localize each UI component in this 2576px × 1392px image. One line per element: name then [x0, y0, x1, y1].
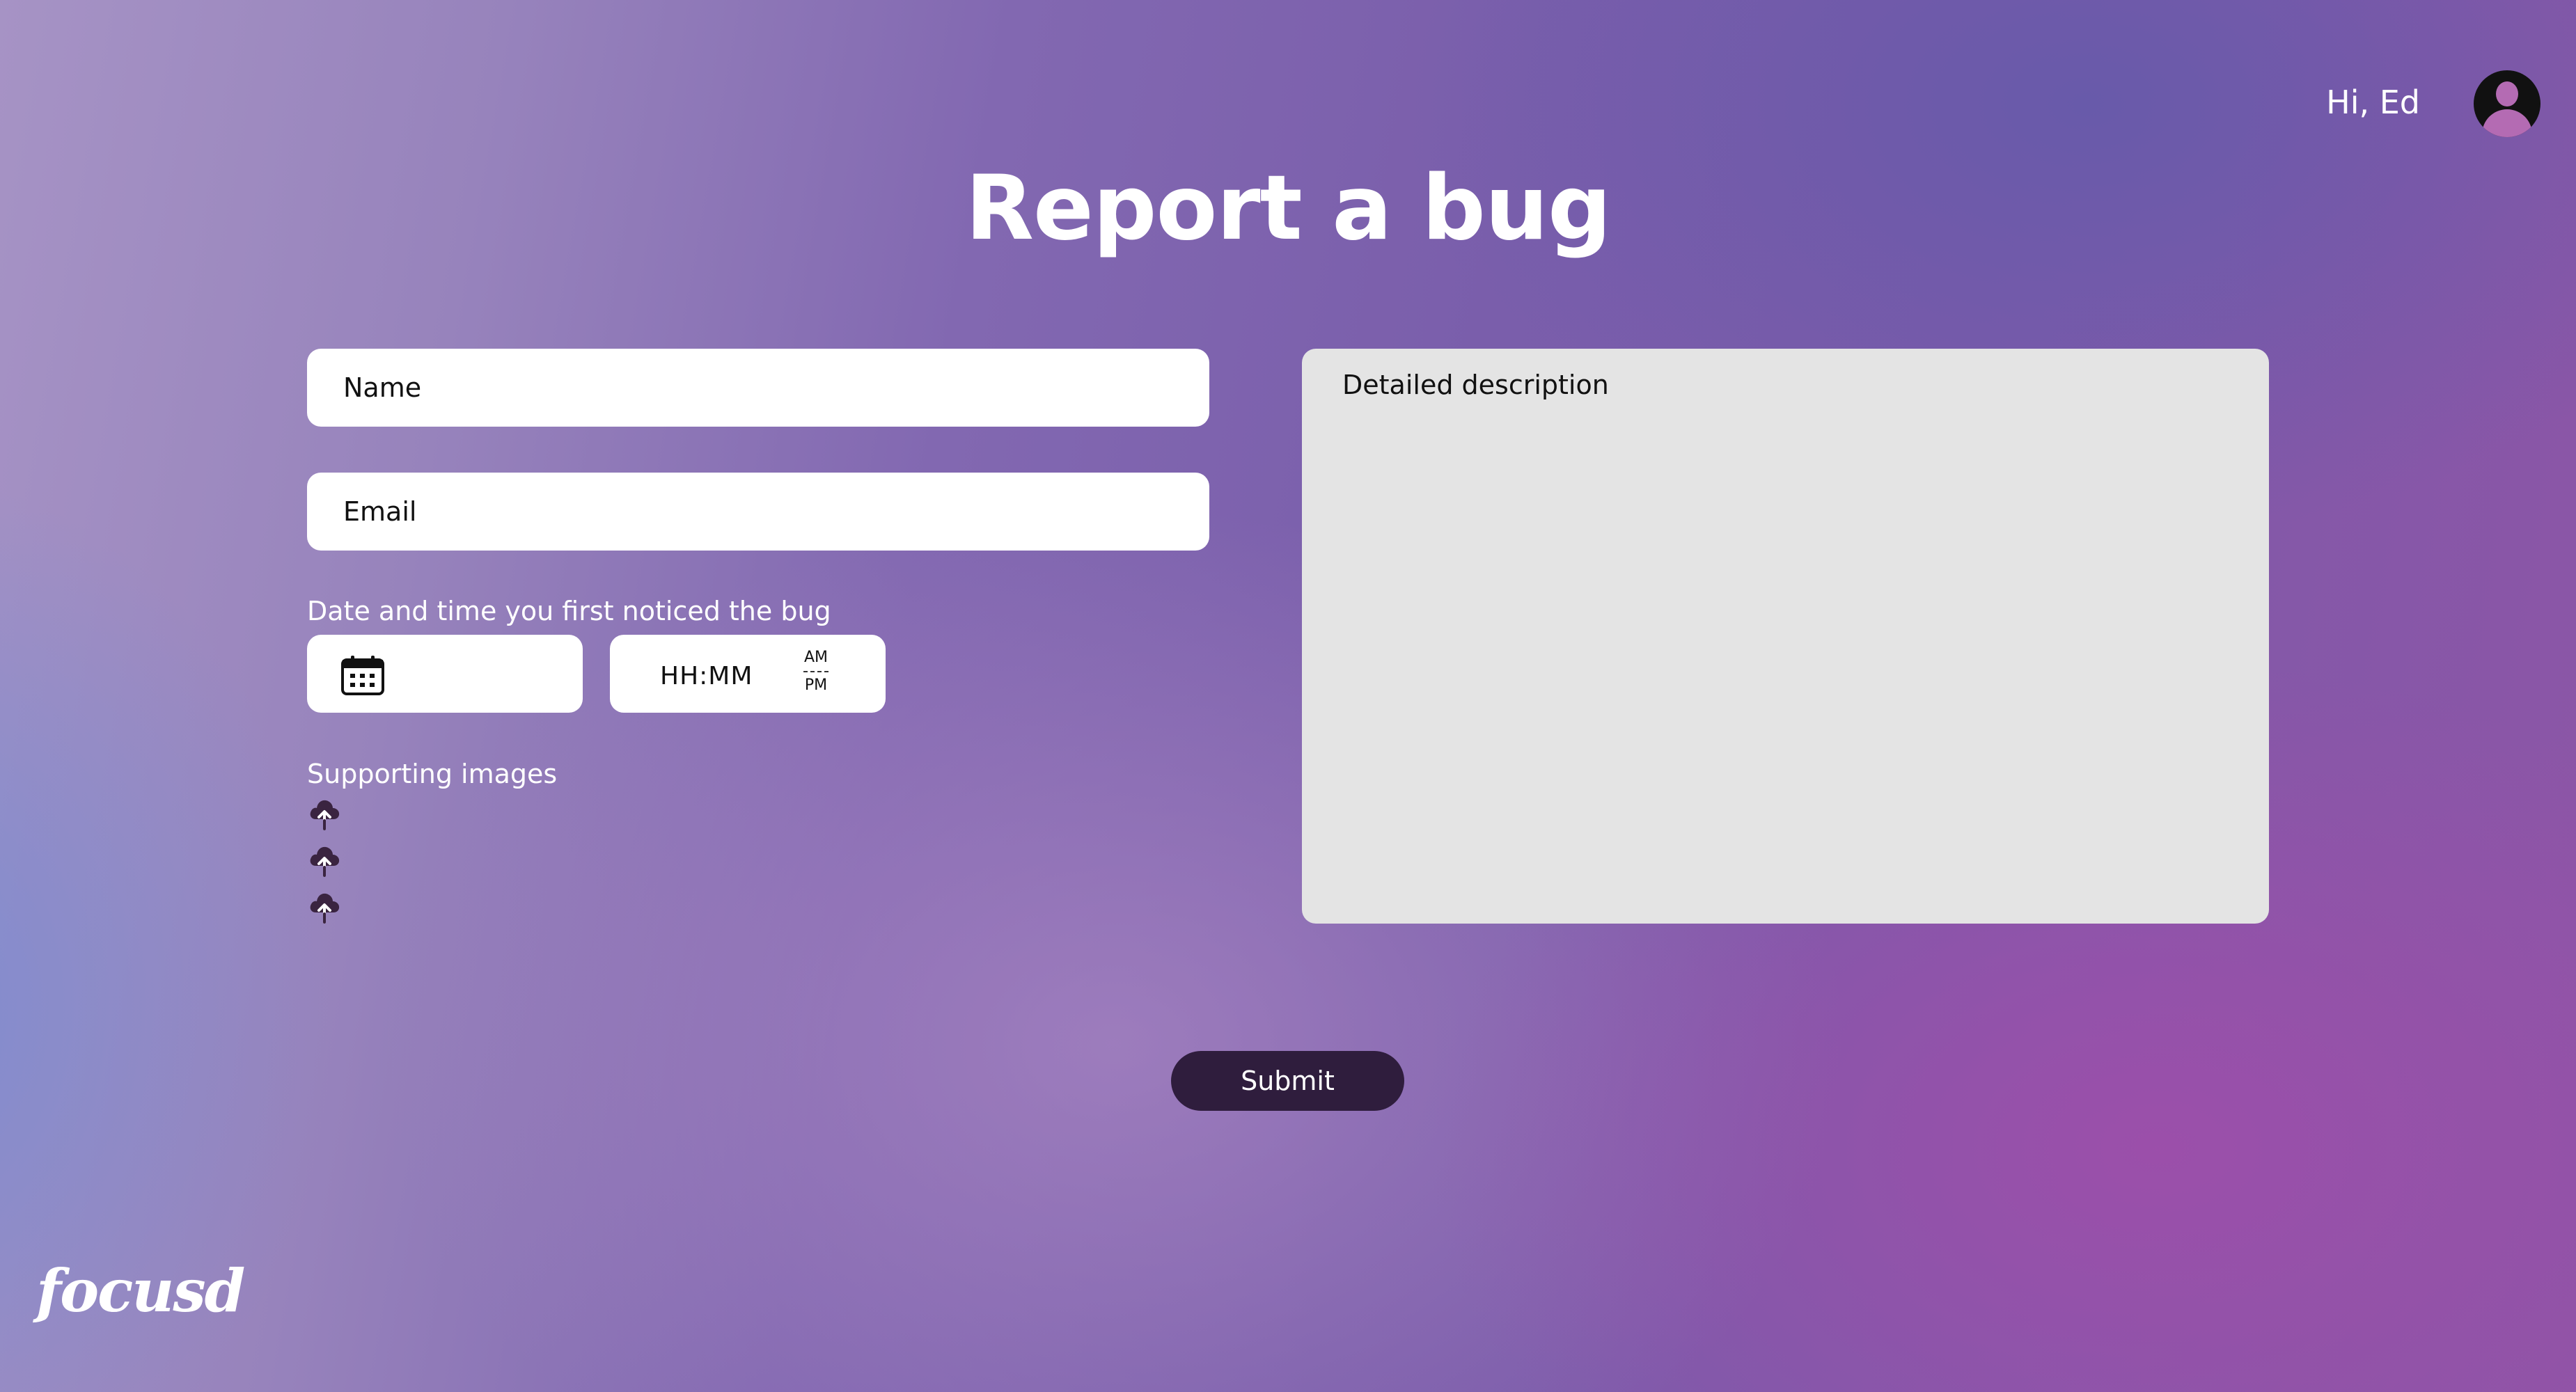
email-placeholder: Email: [343, 496, 417, 527]
page-title: Report a bug: [965, 157, 1611, 260]
time-placeholder: HH:MM: [660, 662, 753, 690]
cloud-upload-icon[interactable]: [308, 842, 341, 877]
ampm-divider: [802, 667, 830, 677]
avatar-body: [2482, 109, 2532, 137]
user-greeting: Hi, Ed: [2326, 84, 2420, 121]
avatar-head: [2496, 81, 2518, 106]
name-input[interactable]: Name: [307, 349, 1209, 427]
cloud-upload-icon[interactable]: [308, 889, 341, 924]
email-input[interactable]: Email: [307, 473, 1209, 551]
datetime-label: Date and time you first noticed the bug: [307, 596, 831, 626]
description-textarea[interactable]: Detailed description: [1302, 349, 2269, 924]
submit-button[interactable]: Submit: [1171, 1051, 1404, 1111]
ampm-toggle[interactable]: AM PM: [802, 649, 830, 695]
date-input[interactable]: [307, 635, 583, 713]
pm-option[interactable]: PM: [805, 677, 827, 694]
am-option[interactable]: AM: [804, 649, 828, 666]
calendar-icon[interactable]: [340, 654, 385, 696]
time-input[interactable]: HH:MM AM PM: [610, 635, 886, 713]
cloud-upload-icon[interactable]: [308, 796, 341, 830]
supporting-images-label: Supporting images: [307, 759, 558, 789]
brand-logo: focusd: [36, 1256, 245, 1325]
user-avatar-icon[interactable]: [2474, 70, 2540, 137]
name-placeholder: Name: [343, 372, 422, 403]
description-placeholder: Detailed description: [1342, 370, 1609, 400]
